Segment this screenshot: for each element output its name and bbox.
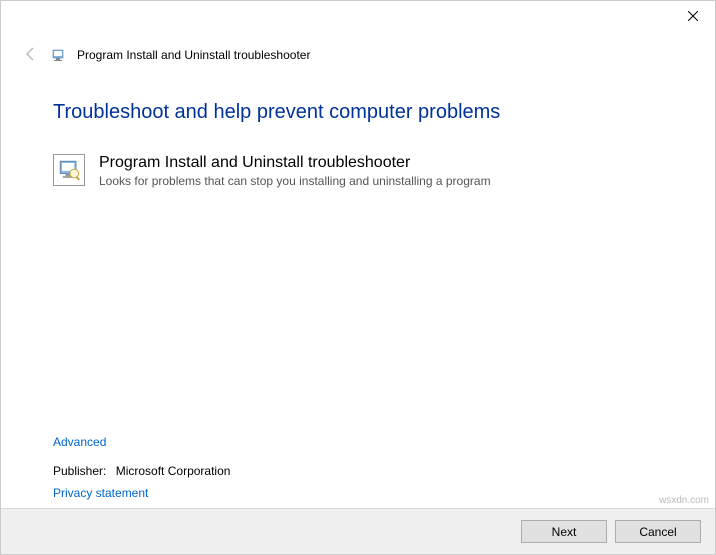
publisher-value: Microsoft Corporation [116, 464, 231, 478]
advanced-link[interactable]: Advanced [53, 435, 106, 449]
privacy-statement-link[interactable]: Privacy statement [53, 486, 148, 500]
troubleshooter-item: Program Install and Uninstall troublesho… [53, 154, 663, 188]
window-title: Program Install and Uninstall troublesho… [77, 48, 310, 62]
page-heading: Troubleshoot and help prevent computer p… [53, 101, 663, 124]
troubleshooter-item-description: Looks for problems that can stop you ins… [99, 174, 491, 188]
header-row: Program Install and Uninstall troublesho… [1, 31, 715, 73]
troubleshooter-app-icon [51, 47, 67, 63]
publisher-row: Publisher: Microsoft Corporation [53, 464, 230, 478]
advanced-link-row: Advanced [53, 435, 106, 449]
privacy-link-row: Privacy statement [53, 486, 148, 500]
troubleshooter-item-title: Program Install and Uninstall troublesho… [99, 154, 491, 172]
next-button[interactable]: Next [521, 520, 607, 543]
titlebar [1, 1, 715, 31]
troubleshooter-item-text: Program Install and Uninstall troublesho… [99, 154, 491, 188]
back-arrow-icon [23, 46, 39, 65]
troubleshooter-item-icon [53, 154, 85, 186]
publisher-label: Publisher: [53, 464, 106, 478]
back-button [21, 45, 41, 65]
watermark: wsxdn.com [659, 495, 709, 506]
content-area: Troubleshoot and help prevent computer p… [1, 73, 715, 188]
close-icon [688, 9, 698, 24]
close-button[interactable] [670, 1, 715, 31]
cancel-button[interactable]: Cancel [615, 520, 701, 543]
button-bar: Next Cancel [1, 508, 715, 554]
